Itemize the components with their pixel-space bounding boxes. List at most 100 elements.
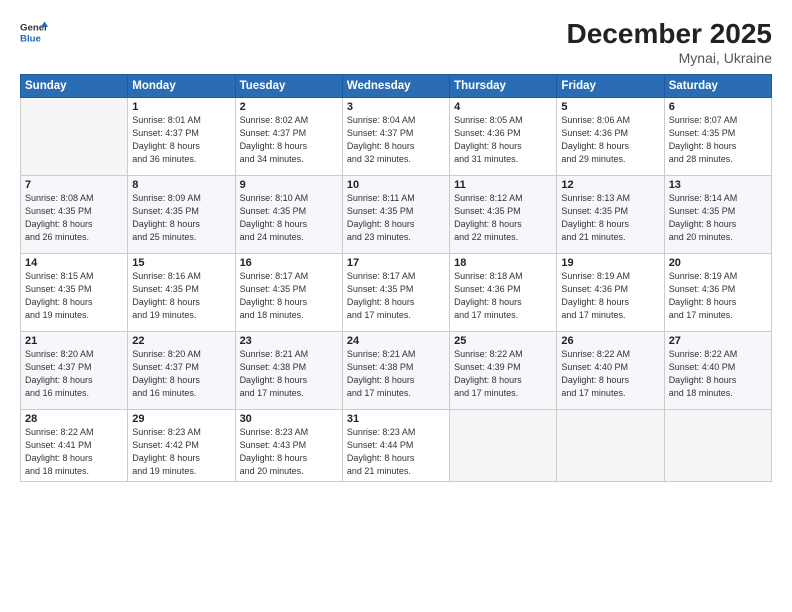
day-detail: Sunrise: 8:14 AMSunset: 4:35 PMDaylight:… [669,193,738,242]
table-row [557,410,664,482]
header: General Blue December 2025 Mynai, Ukrain… [20,18,772,66]
day-detail: Sunrise: 8:22 AMSunset: 4:41 PMDaylight:… [25,427,94,476]
day-number: 2 [240,101,338,113]
table-row: 30 Sunrise: 8:23 AMSunset: 4:43 PMDaylig… [235,410,342,482]
table-row: 20 Sunrise: 8:19 AMSunset: 4:36 PMDaylig… [664,254,771,332]
day-number: 24 [347,335,445,347]
table-row: 9 Sunrise: 8:10 AMSunset: 4:35 PMDayligh… [235,176,342,254]
day-detail: Sunrise: 8:22 AMSunset: 4:39 PMDaylight:… [454,349,523,398]
table-row: 21 Sunrise: 8:20 AMSunset: 4:37 PMDaylig… [21,332,128,410]
col-monday: Monday [128,75,235,98]
day-number: 26 [561,335,659,347]
table-row: 1 Sunrise: 8:01 AMSunset: 4:37 PMDayligh… [128,98,235,176]
day-detail: Sunrise: 8:11 AMSunset: 4:35 PMDaylight:… [347,193,415,242]
col-sunday: Sunday [21,75,128,98]
title-block: December 2025 Mynai, Ukraine [567,18,772,66]
day-detail: Sunrise: 8:23 AMSunset: 4:43 PMDaylight:… [240,427,309,476]
day-detail: Sunrise: 8:18 AMSunset: 4:36 PMDaylight:… [454,271,523,320]
day-number: 7 [25,179,123,191]
day-number: 27 [669,335,767,347]
table-row: 17 Sunrise: 8:17 AMSunset: 4:35 PMDaylig… [342,254,449,332]
day-number: 8 [132,179,230,191]
day-number: 17 [347,257,445,269]
table-row: 3 Sunrise: 8:04 AMSunset: 4:37 PMDayligh… [342,98,449,176]
logo-icon: General Blue [20,18,48,46]
table-row: 13 Sunrise: 8:14 AMSunset: 4:35 PMDaylig… [664,176,771,254]
table-row: 2 Sunrise: 8:02 AMSunset: 4:37 PMDayligh… [235,98,342,176]
day-detail: Sunrise: 8:10 AMSunset: 4:35 PMDaylight:… [240,193,309,242]
day-detail: Sunrise: 8:22 AMSunset: 4:40 PMDaylight:… [669,349,738,398]
calendar-table: Sunday Monday Tuesday Wednesday Thursday… [20,74,772,482]
day-detail: Sunrise: 8:20 AMSunset: 4:37 PMDaylight:… [132,349,201,398]
day-detail: Sunrise: 8:19 AMSunset: 4:36 PMDaylight:… [561,271,630,320]
location: Mynai, Ukraine [567,50,772,66]
day-detail: Sunrise: 8:17 AMSunset: 4:35 PMDaylight:… [347,271,416,320]
day-number: 28 [25,413,123,425]
table-row: 14 Sunrise: 8:15 AMSunset: 4:35 PMDaylig… [21,254,128,332]
day-number: 1 [132,101,230,113]
table-row: 10 Sunrise: 8:11 AMSunset: 4:35 PMDaylig… [342,176,449,254]
day-number: 5 [561,101,659,113]
day-number: 10 [347,179,445,191]
day-detail: Sunrise: 8:20 AMSunset: 4:37 PMDaylight:… [25,349,94,398]
table-row [21,98,128,176]
table-row [664,410,771,482]
day-detail: Sunrise: 8:21 AMSunset: 4:38 PMDaylight:… [240,349,309,398]
table-row [450,410,557,482]
table-row: 25 Sunrise: 8:22 AMSunset: 4:39 PMDaylig… [450,332,557,410]
day-detail: Sunrise: 8:19 AMSunset: 4:36 PMDaylight:… [669,271,738,320]
table-row: 16 Sunrise: 8:17 AMSunset: 4:35 PMDaylig… [235,254,342,332]
col-friday: Friday [557,75,664,98]
day-number: 30 [240,413,338,425]
page: General Blue December 2025 Mynai, Ukrain… [0,0,792,612]
day-number: 22 [132,335,230,347]
day-number: 4 [454,101,552,113]
day-detail: Sunrise: 8:22 AMSunset: 4:40 PMDaylight:… [561,349,630,398]
day-detail: Sunrise: 8:17 AMSunset: 4:35 PMDaylight:… [240,271,309,320]
day-number: 16 [240,257,338,269]
day-detail: Sunrise: 8:21 AMSunset: 4:38 PMDaylight:… [347,349,416,398]
col-saturday: Saturday [664,75,771,98]
day-detail: Sunrise: 8:23 AMSunset: 4:44 PMDaylight:… [347,427,416,476]
table-row: 5 Sunrise: 8:06 AMSunset: 4:36 PMDayligh… [557,98,664,176]
day-detail: Sunrise: 8:01 AMSunset: 4:37 PMDaylight:… [132,115,201,164]
table-row: 29 Sunrise: 8:23 AMSunset: 4:42 PMDaylig… [128,410,235,482]
table-row: 4 Sunrise: 8:05 AMSunset: 4:36 PMDayligh… [450,98,557,176]
table-row: 22 Sunrise: 8:20 AMSunset: 4:37 PMDaylig… [128,332,235,410]
day-number: 29 [132,413,230,425]
day-detail: Sunrise: 8:07 AMSunset: 4:35 PMDaylight:… [669,115,738,164]
day-number: 14 [25,257,123,269]
day-number: 21 [25,335,123,347]
logo: General Blue [20,18,52,46]
day-detail: Sunrise: 8:15 AMSunset: 4:35 PMDaylight:… [25,271,94,320]
day-number: 9 [240,179,338,191]
table-row: 19 Sunrise: 8:19 AMSunset: 4:36 PMDaylig… [557,254,664,332]
table-row: 24 Sunrise: 8:21 AMSunset: 4:38 PMDaylig… [342,332,449,410]
day-number: 19 [561,257,659,269]
day-number: 6 [669,101,767,113]
day-detail: Sunrise: 8:23 AMSunset: 4:42 PMDaylight:… [132,427,201,476]
table-row: 18 Sunrise: 8:18 AMSunset: 4:36 PMDaylig… [450,254,557,332]
day-detail: Sunrise: 8:04 AMSunset: 4:37 PMDaylight:… [347,115,416,164]
col-thursday: Thursday [450,75,557,98]
day-number: 12 [561,179,659,191]
table-row: 31 Sunrise: 8:23 AMSunset: 4:44 PMDaylig… [342,410,449,482]
table-row: 27 Sunrise: 8:22 AMSunset: 4:40 PMDaylig… [664,332,771,410]
day-detail: Sunrise: 8:08 AMSunset: 4:35 PMDaylight:… [25,193,94,242]
table-row: 8 Sunrise: 8:09 AMSunset: 4:35 PMDayligh… [128,176,235,254]
month-year: December 2025 [567,18,772,50]
day-detail: Sunrise: 8:09 AMSunset: 4:35 PMDaylight:… [132,193,201,242]
svg-text:Blue: Blue [20,34,41,45]
table-row: 12 Sunrise: 8:13 AMSunset: 4:35 PMDaylig… [557,176,664,254]
table-row: 6 Sunrise: 8:07 AMSunset: 4:35 PMDayligh… [664,98,771,176]
day-detail: Sunrise: 8:13 AMSunset: 4:35 PMDaylight:… [561,193,630,242]
table-row: 7 Sunrise: 8:08 AMSunset: 4:35 PMDayligh… [21,176,128,254]
col-wednesday: Wednesday [342,75,449,98]
day-number: 31 [347,413,445,425]
table-row: 26 Sunrise: 8:22 AMSunset: 4:40 PMDaylig… [557,332,664,410]
table-row: 23 Sunrise: 8:21 AMSunset: 4:38 PMDaylig… [235,332,342,410]
day-number: 15 [132,257,230,269]
day-number: 13 [669,179,767,191]
day-detail: Sunrise: 8:16 AMSunset: 4:35 PMDaylight:… [132,271,201,320]
table-row: 11 Sunrise: 8:12 AMSunset: 4:35 PMDaylig… [450,176,557,254]
